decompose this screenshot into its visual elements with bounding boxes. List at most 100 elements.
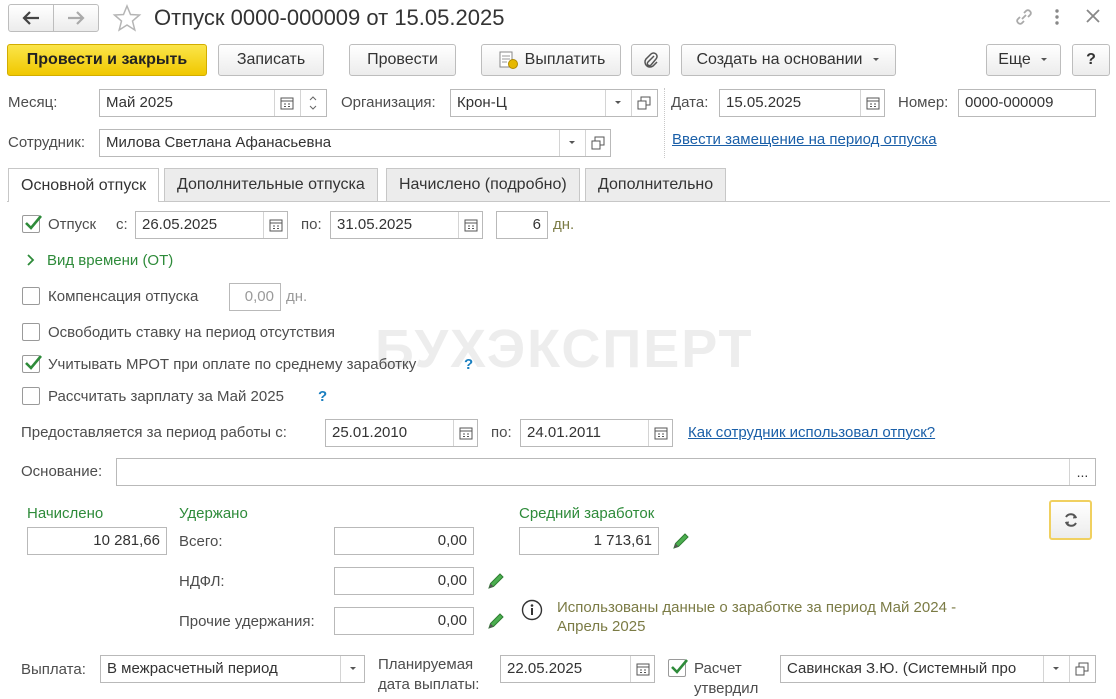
organization-open-button[interactable] bbox=[631, 90, 655, 116]
accrued-field[interactable]: 10 281,66 bbox=[27, 527, 167, 555]
work-period-label: Предоставляется за период работы с: bbox=[21, 424, 287, 441]
month-calendar-button[interactable] bbox=[274, 90, 298, 116]
calc-approved-label-line2: утвердил bbox=[694, 680, 759, 697]
pay-button-label: Выплатить bbox=[524, 51, 606, 68]
approver-field[interactable]: Савинская З.Ю. (Системный про bbox=[780, 655, 1096, 683]
vacation-from-value: 26.05.2025 bbox=[142, 216, 218, 233]
more-button-label: Еще bbox=[998, 51, 1031, 68]
pay-button[interactable]: Выплатить bbox=[481, 44, 621, 76]
post-button[interactable]: Провести bbox=[349, 44, 456, 76]
dropdown-arrow-icon bbox=[568, 141, 575, 144]
ndfl-edit-pencil-icon[interactable] bbox=[486, 571, 506, 591]
ndfl-field[interactable]: 0,00 bbox=[334, 567, 474, 595]
dropdown-arrow-icon bbox=[349, 667, 356, 670]
other-withholdings-field[interactable]: 0,00 bbox=[334, 607, 474, 635]
month-stepper[interactable] bbox=[300, 90, 324, 116]
vacation-to-field[interactable]: 31.05.2025 bbox=[330, 211, 483, 239]
employee-field[interactable]: Милова Светлана Афанасьевна bbox=[99, 129, 611, 157]
calendar-icon bbox=[636, 663, 649, 676]
withheld-label: Удержано bbox=[179, 505, 248, 522]
organization-label: Организация: bbox=[341, 94, 436, 111]
create-based-on-label: Создать на основании bbox=[696, 51, 863, 68]
payment-label: Выплата: bbox=[21, 661, 86, 678]
kebab-menu-icon[interactable] bbox=[1054, 8, 1060, 30]
create-based-on-button[interactable]: Создать на основании bbox=[681, 44, 896, 76]
info-icon bbox=[521, 599, 543, 625]
planned-date-calendar-button[interactable] bbox=[630, 656, 654, 682]
vacation-to-calendar-button[interactable] bbox=[458, 212, 482, 238]
post-and-close-button[interactable]: Провести и закрыть bbox=[7, 44, 207, 76]
other-withholdings-edit-pencil-icon[interactable] bbox=[486, 611, 506, 631]
tab-additional[interactable]: Дополнительно bbox=[585, 168, 727, 201]
dropdown-arrow-icon bbox=[614, 101, 621, 104]
dropdown-arrow-icon bbox=[1052, 667, 1059, 670]
organization-field[interactable]: Крон-Ц bbox=[450, 89, 658, 117]
basis-select-button[interactable]: ... bbox=[1069, 459, 1095, 485]
tab-additional-vacations[interactable]: Дополнительные отпуска bbox=[164, 168, 378, 201]
vacation-from-field[interactable]: 26.05.2025 bbox=[135, 211, 288, 239]
vacation-days-field[interactable]: 6 bbox=[496, 211, 548, 239]
calc-salary-checkbox[interactable] bbox=[22, 387, 40, 405]
header-divider bbox=[664, 88, 665, 158]
employee-dropdown-button[interactable] bbox=[559, 130, 583, 156]
forward-button[interactable] bbox=[53, 4, 99, 32]
approver-open-button[interactable] bbox=[1069, 656, 1093, 682]
save-button[interactable]: Записать bbox=[218, 44, 324, 76]
vacation-checkbox[interactable] bbox=[22, 215, 42, 233]
free-rate-checkbox[interactable] bbox=[22, 323, 40, 341]
time-kind-link[interactable]: Вид времени (ОТ) bbox=[47, 252, 173, 270]
link-icon[interactable] bbox=[1014, 7, 1034, 31]
tabs-baseline bbox=[7, 201, 1110, 202]
calendar-icon bbox=[280, 97, 293, 110]
pay-document-icon bbox=[499, 51, 518, 69]
planned-date-field[interactable]: 22.05.2025 bbox=[500, 655, 655, 683]
mrot-help-icon[interactable]: ? bbox=[464, 356, 473, 374]
average-earnings-edit-pencil-icon[interactable] bbox=[671, 531, 691, 551]
work-period-from-field[interactable]: 25.01.2010 bbox=[325, 419, 478, 447]
tab-accrued-detailed[interactable]: Начислено (подробно) bbox=[386, 168, 580, 201]
close-icon[interactable] bbox=[1086, 9, 1100, 27]
calc-approved-checkbox[interactable] bbox=[668, 659, 688, 677]
mrot-checkbox[interactable] bbox=[22, 355, 42, 373]
more-button[interactable]: Еще bbox=[986, 44, 1061, 76]
attach-button[interactable] bbox=[631, 44, 670, 76]
work-period-from-calendar-button[interactable] bbox=[453, 420, 477, 446]
calc-approved-label-line1: Расчет bbox=[694, 660, 742, 677]
payment-dropdown-button[interactable] bbox=[340, 656, 364, 682]
earnings-period-info-line2: Апрель 2025 bbox=[557, 618, 646, 635]
tab-main-vacation[interactable]: Основной отпуск bbox=[8, 168, 160, 202]
basis-field[interactable]: ... bbox=[116, 458, 1096, 486]
date-calendar-button[interactable] bbox=[860, 90, 884, 116]
watermark: БУХЭКСПЕРТ bbox=[375, 319, 754, 379]
date-label: Дата: bbox=[671, 94, 709, 111]
employee-open-button[interactable] bbox=[585, 130, 609, 156]
replacement-link[interactable]: Ввести замещение на период отпуска bbox=[672, 131, 937, 149]
date-field[interactable]: 15.05.2025 bbox=[719, 89, 885, 117]
withheld-total-field[interactable]: 0,00 bbox=[334, 527, 474, 555]
compensation-field[interactable]: 0,00 bbox=[229, 283, 281, 311]
chevron-right-icon[interactable] bbox=[26, 253, 36, 270]
calendar-icon bbox=[464, 219, 477, 232]
paperclip-icon bbox=[643, 52, 658, 68]
payment-field[interactable]: В межрасчетный период bbox=[100, 655, 365, 683]
average-earnings-field[interactable]: 1 713,61 bbox=[519, 527, 659, 555]
work-period-to-calendar-button[interactable] bbox=[648, 420, 672, 446]
compensation-checkbox[interactable] bbox=[22, 287, 40, 305]
recalculate-button[interactable] bbox=[1049, 500, 1092, 540]
vacation-usage-link[interactable]: Как сотрудник использовал отпуск? bbox=[688, 424, 935, 442]
organization-dropdown-button[interactable] bbox=[605, 90, 629, 116]
calc-salary-help-icon[interactable]: ? bbox=[318, 388, 327, 406]
back-button[interactable] bbox=[8, 4, 54, 32]
chevron-down-icon bbox=[872, 58, 879, 61]
approver-dropdown-button[interactable] bbox=[1043, 656, 1067, 682]
number-field[interactable]: 0000-000009 bbox=[958, 89, 1096, 117]
compensation-unit: дн. bbox=[286, 288, 308, 305]
favorite-star-icon[interactable] bbox=[112, 4, 142, 36]
help-button[interactable]: ? bbox=[1072, 44, 1110, 76]
work-period-to-field[interactable]: 24.01.2011 bbox=[520, 419, 673, 447]
calendar-icon bbox=[459, 427, 472, 440]
open-form-icon bbox=[637, 96, 650, 110]
month-field[interactable]: Май 2025 bbox=[99, 89, 327, 117]
other-withholdings-label: Прочие удержания: bbox=[179, 613, 315, 630]
vacation-from-calendar-button[interactable] bbox=[263, 212, 287, 238]
